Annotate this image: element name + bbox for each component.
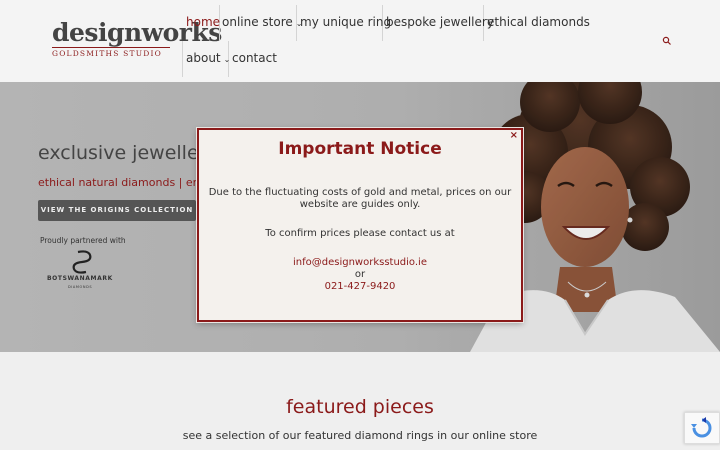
partner-subtitle: DIAMONDS [68, 285, 93, 289]
modal-title: Important Notice [278, 139, 442, 159]
modal-text-line: Due to the fluctuating costs of gold and… [208, 187, 512, 198]
view-origins-collection-button[interactable]: VIEW THE ORIGINS COLLECTION [38, 200, 196, 221]
featured-subtitle: see a selection of our featured diamond … [182, 429, 538, 442]
nav-bespoke-jewellery[interactable]: bespoke jewellery [386, 15, 494, 29]
modal-body: Due to the fluctuating costs of gold and… [199, 187, 521, 293]
modal-spacer [199, 240, 521, 257]
nav-online-store[interactable]: online store ⌄ [222, 15, 302, 31]
recaptcha-badge[interactable] [684, 412, 720, 444]
modal-phone-link[interactable]: 021-427-9420 [199, 281, 521, 293]
nav-contact[interactable]: contact [232, 51, 277, 65]
nav-online-store-label: online store [222, 15, 293, 29]
recaptcha-icon [691, 417, 712, 438]
modal-text-line: To confirm prices please contact us at [265, 228, 455, 239]
nav-divider [182, 41, 183, 77]
nav-bespoke-jewellery-label: bespoke jewellery [386, 15, 494, 29]
nav-about[interactable]: about ⌄ [186, 51, 230, 67]
featured-title: featured pieces [286, 396, 434, 418]
site-logo[interactable]: designworks GOLDSMITHS STUDIO [52, 18, 222, 62]
logo-wordmark: designworks [52, 18, 222, 47]
logo-tagline: GOLDSMITHS STUDIO [52, 47, 170, 58]
nav-home-label: home [186, 15, 221, 29]
nav-home[interactable]: home [186, 15, 220, 29]
partner-label: Proudly partnered with [40, 236, 126, 245]
modal-text-line: website are guides only. [299, 199, 421, 210]
search-icon[interactable] [662, 36, 672, 46]
nav-about-label: about [186, 51, 221, 65]
hero-title: exclusive jewellery [38, 142, 218, 164]
nav-ethical-diamonds-label: ethical diamonds [487, 15, 590, 29]
modal-or-text: or [354, 269, 366, 280]
nav-my-unique-ring-label: my unique ring [300, 15, 392, 29]
modal-spacer [199, 211, 521, 228]
chevron-down-icon: ⌄ [223, 55, 231, 64]
nav-my-unique-ring[interactable]: my unique ring [300, 15, 391, 29]
site-header: designworks GOLDSMITHS STUDIO home onlin… [0, 0, 720, 82]
nav-ethical-diamonds[interactable]: ethical diamonds [487, 15, 590, 29]
important-notice-modal: × Important Notice Due to the fluctuatin… [197, 128, 523, 322]
modal-email-link[interactable]: info@designworksstudio.ie [199, 257, 521, 269]
partner-name: BOTSWANAMARK [47, 275, 113, 282]
nav-contact-label: contact [232, 51, 277, 65]
